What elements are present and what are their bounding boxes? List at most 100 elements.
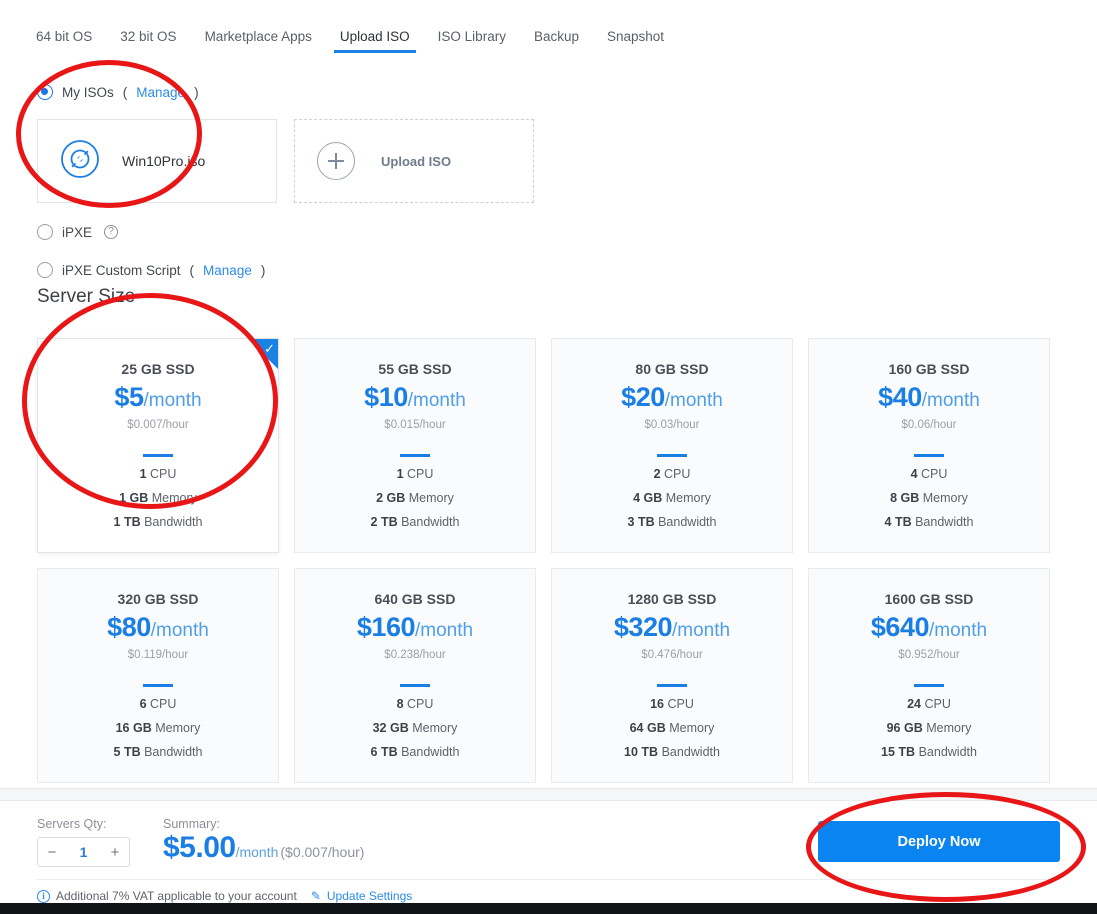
plan-divider [914, 684, 944, 687]
plan-cpu-value: 1 [396, 466, 404, 481]
plan-cpu-value: 4 [910, 466, 918, 481]
summary-amount: $5.00 [163, 831, 236, 864]
plan-disk: 320 GB SSD [117, 591, 199, 607]
manage-isos-link[interactable]: Manage [136, 85, 185, 100]
servers-qty-stepper[interactable]: − 1 + [37, 837, 130, 867]
upload-iso-label: Upload ISO [381, 153, 452, 169]
iso-file-card[interactable]: Win10Pro.iso [37, 119, 277, 203]
plan-bandwidth-value: 6 TB [370, 744, 398, 759]
tab-snapshot[interactable]: Snapshot [593, 30, 678, 53]
plan-bandwidth-unit: Bandwidth [658, 514, 717, 529]
plan-memory-unit: Memory [412, 720, 458, 735]
plan-divider [657, 454, 687, 457]
plan-memory: 64 GB Memory [552, 721, 792, 735]
plan-price-amount: $20 [621, 382, 665, 412]
plan-card-55gb[interactable]: 55 GB SSD $10/month $0.015/hour 1 CPU 2 … [294, 338, 536, 553]
radio-my-isos[interactable] [37, 84, 53, 100]
plan-divider [143, 684, 173, 687]
tab-32-bit-os[interactable]: 32 bit OS [106, 30, 190, 53]
plan-hourly: $0.015/hour [384, 419, 446, 431]
os-source-tabs: 64 bit OS 32 bit OS Marketplace Apps Upl… [36, 30, 678, 53]
plan-price-amount: $640 [870, 612, 930, 642]
plan-bandwidth: 5 TB Bandwidth [38, 745, 278, 759]
plan-disk: 1280 GB SSD [627, 591, 717, 607]
plan-cpu: 1 CPU [38, 467, 278, 481]
plan-card-160gb[interactable]: 160 GB SSD $40/month $0.06/hour 4 CPU 8 … [808, 338, 1050, 553]
ipxe-label: iPXE [62, 224, 93, 240]
paren-close-2: ) [260, 262, 266, 278]
pencil-icon[interactable]: ✎ [311, 889, 321, 903]
plan-cpu-unit: CPU [150, 696, 177, 711]
footer-divider [37, 879, 1060, 880]
tab-64-bit-os[interactable]: 64 bit OS [36, 30, 106, 53]
plan-cpu-unit: CPU [664, 466, 691, 481]
iso-file-name: Win10Pro.iso [122, 153, 206, 169]
qty-increment-button[interactable]: + [101, 838, 129, 866]
summary-hourly: ($0.007/hour) [280, 844, 365, 860]
plan-bandwidth-unit: Bandwidth [661, 744, 720, 759]
radio-row-ipxe[interactable]: iPXE ? [37, 224, 119, 240]
plan-price-amount: $40 [878, 382, 922, 412]
tab-marketplace-apps[interactable]: Marketplace Apps [191, 30, 326, 53]
plan-card-1280gb[interactable]: 1280 GB SSD $320/month $0.476/hour 16 CP… [551, 568, 793, 783]
radio-ipxe[interactable] [37, 224, 53, 240]
plan-price-amount: $5 [114, 382, 144, 412]
server-size-heading: Server Size [37, 286, 136, 307]
radio-row-my-isos[interactable]: My ISOs ( Manage ) [37, 84, 199, 100]
footer-spacer [0, 788, 1097, 800]
paren-open-2: ( [189, 262, 195, 278]
plan-card-640gb[interactable]: 640 GB SSD $160/month $0.238/hour 8 CPU … [294, 568, 536, 783]
plan-memory-value: 64 GB [629, 720, 666, 735]
plan-cpu-unit: CPU [667, 696, 694, 711]
plan-memory-value: 8 GB [890, 490, 920, 505]
summary-label: Summary: [163, 817, 220, 831]
plan-memory-value: 1 GB [119, 490, 149, 505]
qty-decrement-button[interactable]: − [38, 838, 66, 866]
plan-disk: 25 GB SSD [121, 361, 195, 377]
plan-bandwidth: 3 TB Bandwidth [552, 515, 792, 529]
manage-scripts-link[interactable]: Manage [203, 263, 252, 278]
upload-iso-card[interactable]: Upload ISO [294, 119, 534, 203]
summary-period: /month [235, 844, 279, 860]
bottom-bar [0, 903, 1097, 914]
info-icon: i [37, 889, 50, 903]
plan-price-amount: $10 [364, 382, 408, 412]
help-icon[interactable]: ? [104, 225, 119, 239]
tab-backup[interactable]: Backup [520, 30, 593, 53]
plan-price: $320/month [552, 614, 792, 641]
plan-price: $5/month [38, 384, 278, 411]
plan-price: $10/month [295, 384, 535, 411]
plan-memory-value: 32 GB [372, 720, 409, 735]
plan-bandwidth-unit: Bandwidth [401, 744, 460, 759]
plan-price-amount: $160 [356, 612, 416, 642]
plan-bandwidth-value: 2 TB [370, 514, 398, 529]
plan-price-period: /month [414, 620, 474, 641]
plan-divider [400, 454, 430, 457]
plan-bandwidth: 15 TB Bandwidth [809, 745, 1049, 759]
plan-cpu-value: 2 [653, 466, 661, 481]
tab-upload-iso[interactable]: Upload ISO [326, 30, 424, 53]
plan-price: $20/month [552, 384, 792, 411]
plan-price: $40/month [809, 384, 1049, 411]
plan-bandwidth-value: 10 TB [624, 744, 659, 759]
plan-memory: 96 GB Memory [809, 721, 1049, 735]
plan-memory-value: 96 GB [886, 720, 923, 735]
plan-price-period: /month [664, 390, 723, 411]
summary-price: $5.00/month ($0.007/hour) [163, 833, 364, 863]
plan-memory-unit: Memory [926, 720, 972, 735]
deploy-now-button[interactable]: Deploy Now [818, 821, 1060, 862]
plan-hourly: $0.03/hour [644, 419, 700, 431]
tab-iso-library[interactable]: ISO Library [424, 30, 520, 53]
plan-card-80gb[interactable]: 80 GB SSD $20/month $0.03/hour 2 CPU 4 G… [551, 338, 793, 553]
plan-hourly: $0.119/hour [127, 649, 189, 661]
radio-ipxe-custom-script[interactable] [37, 262, 53, 278]
vat-notice: i Additional 7% VAT applicable to your a… [37, 889, 412, 903]
plan-cpu-unit: CPU [921, 466, 948, 481]
radio-row-ipxe-custom-script[interactable]: iPXE Custom Script ( Manage ) [37, 262, 265, 278]
plan-card-25gb[interactable]: ✓ 25 GB SSD $5/month $0.007/hour 1 CPU 1… [37, 338, 279, 553]
update-settings-link[interactable]: Update Settings [327, 889, 412, 903]
plan-memory-value: 2 GB [376, 490, 406, 505]
plan-memory-unit: Memory [669, 720, 715, 735]
plan-card-320gb[interactable]: 320 GB SSD $80/month $0.119/hour 6 CPU 1… [37, 568, 279, 783]
plan-card-1600gb[interactable]: 1600 GB SSD $640/month $0.952/hour 24 CP… [808, 568, 1050, 783]
